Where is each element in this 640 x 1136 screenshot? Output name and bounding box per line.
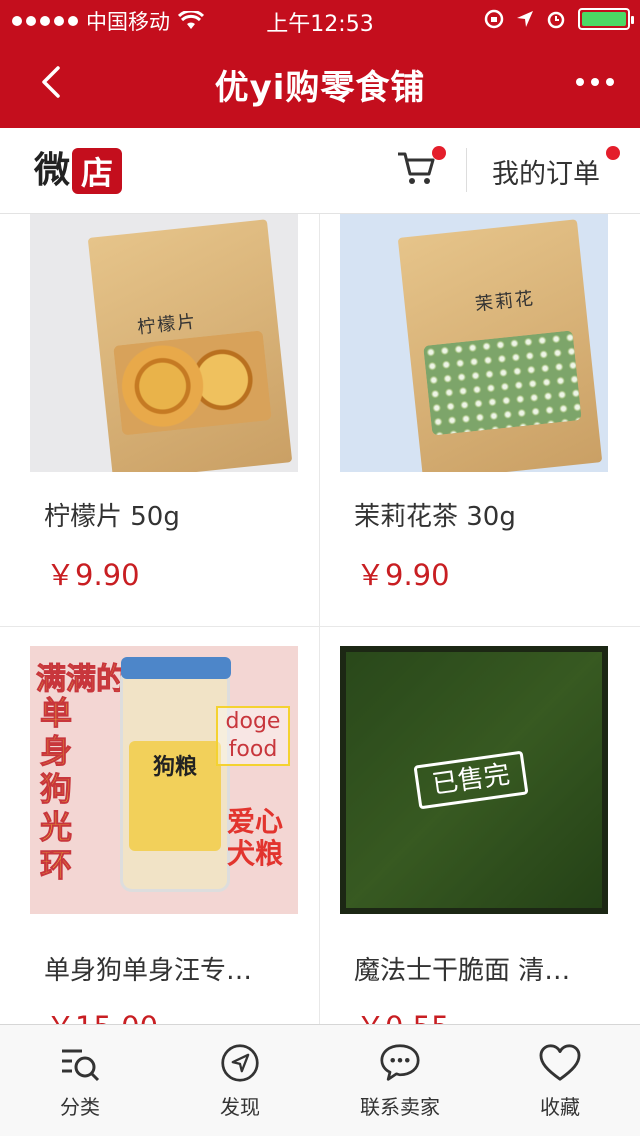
nav-bar: 优yi购零食铺 bbox=[0, 40, 640, 128]
tab-label: 联系卖家 bbox=[360, 1095, 440, 1119]
tab-discover[interactable]: 发现 bbox=[160, 1043, 320, 1120]
logo-dian: 店 bbox=[72, 148, 123, 194]
orders-badge bbox=[606, 146, 620, 160]
status-right bbox=[484, 8, 634, 30]
heart-icon bbox=[539, 1044, 581, 1081]
product-name: 茉莉花茶 30g bbox=[354, 502, 516, 532]
tab-category[interactable]: 分类 bbox=[0, 1043, 160, 1120]
tab-label: 收藏 bbox=[540, 1095, 580, 1119]
love-text: 爱心犬粮 bbox=[226, 805, 283, 870]
bag-label: 柠檬片 bbox=[136, 311, 199, 339]
bottom-tab-bar: 分类 发现 联系卖家 收藏 bbox=[0, 1024, 640, 1136]
cart-badge bbox=[432, 146, 446, 160]
my-orders-label: 我的订单 bbox=[492, 159, 600, 190]
lemon-slices-image bbox=[113, 330, 272, 436]
product-name: 柠檬片 50g bbox=[44, 502, 180, 532]
header-divider bbox=[466, 148, 467, 192]
rotation-lock-icon bbox=[484, 9, 504, 29]
my-orders-link[interactable]: 我的订单 bbox=[492, 146, 620, 191]
top-bar: 中国移动 上午12:53 优yi购零食铺 bbox=[0, 0, 640, 128]
chat-bubble-icon bbox=[380, 1044, 420, 1081]
product-image[interactable]: 满满的 单身狗光环 狗粮 doge food 爱心犬粮 bbox=[30, 646, 298, 914]
jar-label: 狗粮 bbox=[129, 741, 221, 851]
product-card-lemon[interactable]: 柠檬片 柠檬片 50g ￥9.90 bbox=[0, 214, 310, 626]
tab-favorites[interactable]: 收藏 bbox=[480, 1043, 640, 1120]
product-price: ￥15.00 bbox=[46, 1004, 158, 1024]
product-card-snack-noodle[interactable]: 已售完 魔法士干脆面 清… ￥0.55 bbox=[310, 626, 620, 1024]
compass-icon bbox=[221, 1044, 259, 1082]
battery-icon bbox=[578, 8, 634, 30]
weidian-logo[interactable]: 微 店 bbox=[34, 148, 123, 194]
product-image[interactable]: 已售完 bbox=[340, 646, 608, 914]
location-arrow-icon bbox=[517, 11, 533, 27]
kraft-bag-image: 茉莉花 bbox=[397, 219, 603, 472]
tab-contact-seller[interactable]: 联系卖家 bbox=[320, 1043, 480, 1120]
product-image[interactable]: 茉莉花 bbox=[340, 214, 608, 472]
alarm-icon bbox=[547, 11, 565, 29]
logo-wei: 微 bbox=[34, 150, 71, 191]
promo-text: 满满的 bbox=[36, 662, 127, 698]
page-title: 优yi购零食铺 bbox=[214, 68, 426, 108]
bag-label: 茉莉花 bbox=[474, 288, 536, 316]
cart-button[interactable] bbox=[396, 146, 446, 188]
kraft-bag-image: 柠檬片 bbox=[87, 219, 293, 472]
doge-food-text: doge food bbox=[216, 706, 290, 766]
tab-label: 发现 bbox=[220, 1095, 260, 1119]
promo-vertical-text: 单身狗光环 bbox=[40, 694, 73, 885]
product-price: ￥9.90 bbox=[356, 558, 450, 592]
status-bar: 中国移动 上午12:53 bbox=[0, 0, 640, 40]
product-price: ￥0.55 bbox=[356, 1004, 450, 1024]
snack-jar-image: 狗粮 bbox=[120, 657, 231, 892]
shop-header: 微 店 我的订单 bbox=[0, 128, 640, 214]
jasmine-flowers-image bbox=[423, 330, 582, 436]
product-card-dog-food[interactable]: 满满的 单身狗光环 狗粮 doge food 爱心犬粮 单身狗单身汪专… ￥15… bbox=[0, 626, 310, 1024]
product-image[interactable]: 柠檬片 bbox=[30, 214, 298, 472]
category-search-icon bbox=[62, 1049, 100, 1082]
tab-label: 分类 bbox=[60, 1095, 100, 1119]
product-card-jasmine[interactable]: 茉莉花 茉莉花茶 30g ￥9.90 bbox=[310, 214, 620, 626]
product-grid: 柠檬片 柠檬片 50g ￥9.90 茉莉花 茉莉花茶 30g ￥9.90 满满的… bbox=[0, 214, 640, 1024]
product-name: 魔法士干脆面 清… bbox=[354, 956, 571, 986]
product-price: ￥9.90 bbox=[46, 558, 140, 592]
product-name: 单身狗单身汪专… bbox=[44, 956, 253, 986]
more-dots-icon[interactable] bbox=[576, 78, 614, 86]
cart-icon bbox=[398, 152, 435, 184]
